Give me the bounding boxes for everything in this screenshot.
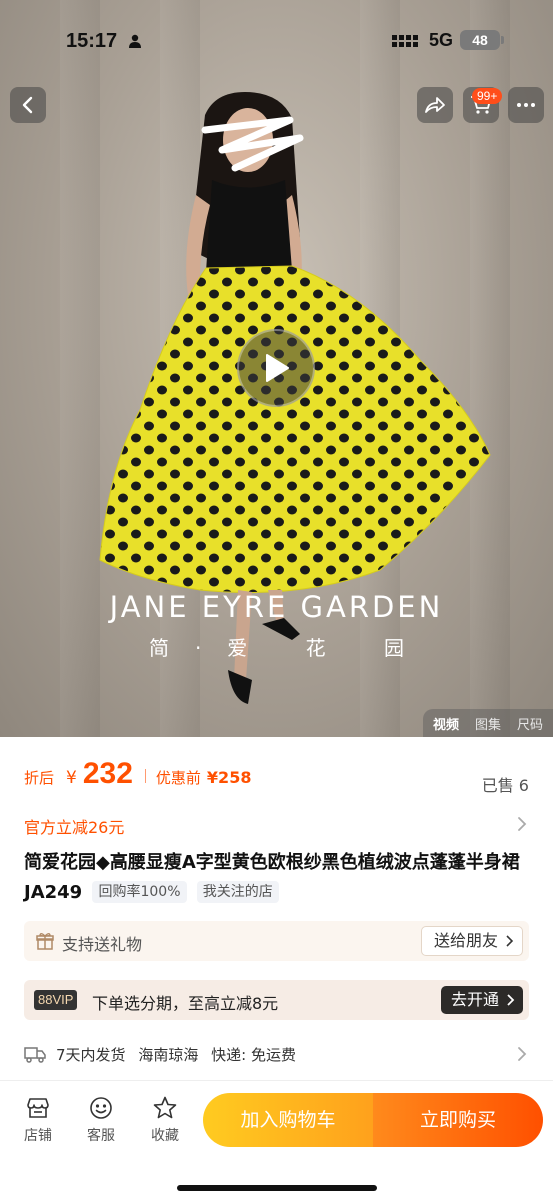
more-icon: [517, 103, 535, 107]
coupon-text: 官方立减26元: [24, 818, 125, 837]
favorite-button[interactable]: 收藏: [145, 1095, 185, 1145]
gift-icon: [36, 933, 54, 950]
divider: [144, 769, 146, 783]
repurchase-rate-tag: 回购率100%: [92, 881, 187, 903]
ship-origin: 海南琼海: [138, 1046, 199, 1064]
currency-symbol: ¥: [66, 768, 77, 788]
brand-watermark-cn: 简·爱 花 园: [148, 636, 431, 660]
discount-price-label: 折后: [24, 769, 55, 787]
product-info: 折后 ¥ 232 优惠前 ¥258 已售 6 官方立减26元 简爱花园◆高腰显瘦…: [0, 737, 553, 1080]
play-icon: [266, 354, 289, 382]
delivery-time: 7天内发货: [56, 1046, 126, 1064]
status-bar: 15:17 5G 48: [0, 0, 553, 80]
gift-text: 支持送礼物: [62, 935, 143, 954]
activate-vip-button[interactable]: 去开通: [440, 986, 523, 1014]
shipping-fee: 快递: 免运费: [211, 1046, 296, 1064]
share-icon: [425, 97, 445, 113]
chevron-right-icon: [518, 817, 527, 831]
store-button[interactable]: 店铺: [18, 1095, 58, 1145]
share-button[interactable]: [417, 87, 453, 123]
add-to-cart-button[interactable]: 加入购物车: [203, 1093, 373, 1147]
brand-watermark-en: JANE EYRE GARDEN: [109, 590, 444, 624]
followed-store-tag: 我关注的店: [196, 881, 279, 903]
product-title: 简爱花园◆高腰显瘦A字型黄色欧根纱黑色植绒波点蓬蓬半身裙 JA249 回购率10…: [24, 848, 529, 908]
coupon-row[interactable]: 官方立减26元: [24, 814, 529, 837]
price-row: 折后 ¥ 232 优惠前 ¥258: [24, 757, 251, 791]
home-indicator: [177, 1185, 377, 1191]
bottom-action-bar: 店铺 客服 收藏 加入购物车 立即购买: [0, 1080, 553, 1200]
shipping-row[interactable]: 7天内发货 海南琼海 快递: 免运费: [24, 1042, 529, 1066]
send-to-friend-button[interactable]: 送给朋友: [420, 926, 523, 956]
shipping-info: 7天内发货 海南琼海 快递: 免运费: [56, 1044, 304, 1065]
vip-badge: 88VIP: [34, 990, 78, 1010]
store-label: 店铺: [24, 1128, 52, 1144]
signal-icon: [392, 35, 418, 47]
play-video-button[interactable]: [237, 329, 315, 407]
customer-service-icon: [90, 1097, 112, 1119]
gift-row: 支持送礼物 送给朋友: [24, 921, 529, 961]
person-icon: [129, 34, 141, 48]
tab-video[interactable]: 视频: [433, 714, 459, 733]
send-to-friend-label: 送给朋友: [433, 931, 498, 950]
network-type: 5G: [429, 30, 454, 50]
chevron-right-icon: [507, 994, 515, 1006]
battery-icon: 48: [460, 30, 504, 50]
chevron-right-icon: [506, 935, 514, 947]
chevron-right-icon: [518, 1047, 527, 1061]
activate-vip-label: 去开通: [450, 990, 499, 1009]
back-button[interactable]: [10, 87, 46, 123]
sold-count: 已售 6: [481, 776, 529, 795]
original-price-label: 优惠前: [155, 769, 201, 787]
favorite-label: 收藏: [151, 1128, 179, 1144]
customer-service-button[interactable]: 客服: [81, 1095, 121, 1145]
discount-price: 232: [82, 757, 133, 790]
product-image[interactable]: 15:17 5G 48 99+ JANE EYRE GARDEN 简·爱 花 园…: [0, 0, 553, 737]
clock: 15:17: [66, 30, 118, 52]
tab-size[interactable]: 尺码: [517, 714, 543, 733]
chevron-left-icon: [22, 96, 33, 114]
store-icon: [27, 1098, 49, 1118]
star-icon: [153, 1096, 177, 1119]
original-price: ¥258: [206, 768, 252, 787]
vip-text: 下单选分期，至高立减8元: [92, 994, 279, 1013]
tab-gallery[interactable]: 图集: [475, 714, 501, 733]
customer-service-label: 客服: [87, 1128, 115, 1144]
truck-icon: [24, 1047, 46, 1063]
media-tabs: 视频 图集 尺码: [422, 709, 553, 737]
cart-badge: 99+: [472, 88, 503, 104]
buy-now-button[interactable]: 立即购买: [373, 1093, 543, 1147]
vip-row: 88VIP 下单选分期，至高立减8元 去开通: [24, 980, 529, 1020]
more-button[interactable]: [508, 87, 544, 123]
